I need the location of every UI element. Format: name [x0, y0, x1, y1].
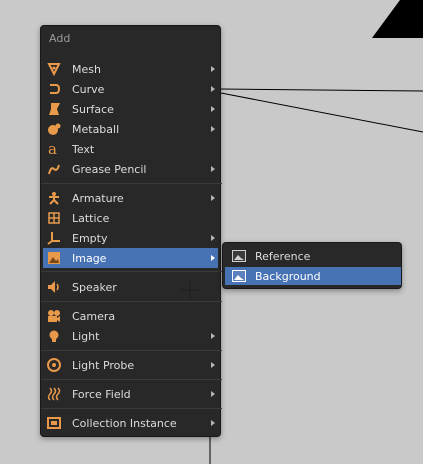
menu-item-label: Light: [72, 329, 100, 343]
add-menu: Add Mesh Curve Surface Metaball a Text G…: [40, 25, 222, 437]
menu-item-label: Lattice: [72, 211, 110, 225]
menu-item-force-field[interactable]: Force Field: [43, 384, 218, 404]
menu-item-camera[interactable]: Camera: [43, 306, 218, 326]
submenu-arrow-icon: [211, 255, 215, 261]
submenu-arrow-icon: [211, 195, 215, 201]
viewport-line: [220, 92, 423, 133]
menu-separator: [41, 350, 222, 351]
menu-item-empty[interactable]: Empty: [43, 228, 218, 248]
menu-item-label: Empty: [72, 231, 108, 245]
mesh-icon: [47, 62, 61, 77]
image-reference-icon: [232, 250, 246, 262]
viewport-corner-shape: [372, 0, 423, 38]
submenu-item-reference[interactable]: Reference: [225, 247, 401, 265]
submenu-arrow-icon: [211, 106, 215, 112]
menu-item-label: Metaball: [72, 122, 120, 136]
menu-item-text[interactable]: a Text: [43, 139, 218, 159]
light-probe-icon: [47, 358, 61, 372]
submenu-arrow-icon: [211, 235, 215, 241]
submenu-arrow-icon: [211, 420, 215, 426]
menu-item-label: Grease Pencil: [72, 162, 147, 176]
lattice-icon: [47, 211, 61, 225]
submenu-arrow-icon: [211, 126, 215, 132]
menu-item-label: Armature: [72, 191, 124, 205]
menu-item-armature[interactable]: Armature: [43, 188, 218, 208]
submenu-arrow-icon: [211, 66, 215, 72]
force-field-icon: [47, 387, 61, 401]
menu-separator: [41, 379, 222, 380]
light-icon: [47, 329, 61, 343]
image-background-icon: [232, 270, 246, 282]
menu-item-label: Curve: [72, 82, 105, 96]
menu-separator: [41, 183, 222, 184]
menu-item-light-probe[interactable]: Light Probe: [43, 355, 218, 375]
menu-item-metaball[interactable]: Metaball: [43, 119, 218, 139]
submenu-arrow-icon: [211, 166, 215, 172]
empty-icon: [47, 231, 61, 245]
submenu-arrow-icon: [211, 86, 215, 92]
menu-item-surface[interactable]: Surface: [43, 99, 218, 119]
crosshair-icon: [180, 280, 200, 300]
menu-item-label: Force Field: [72, 387, 131, 401]
menu-item-grease-pencil[interactable]: Grease Pencil: [43, 159, 218, 179]
submenu-arrow-icon: [211, 333, 215, 339]
image-icon: [47, 251, 61, 265]
menu-item-label: Image: [72, 251, 107, 265]
menu-title: Add: [49, 32, 71, 45]
menu-separator: [41, 271, 222, 272]
menu-item-mesh[interactable]: Mesh: [43, 59, 218, 79]
surface-icon: [47, 102, 61, 116]
menu-item-label: Light Probe: [72, 358, 135, 372]
submenu-arrow-icon: [211, 391, 215, 397]
armature-icon: [47, 191, 61, 205]
menu-item-label: Surface: [72, 102, 114, 116]
submenu-arrow-icon: [211, 362, 215, 368]
menu-item-label: Mesh: [72, 62, 101, 76]
menu-item-label: Text: [72, 142, 95, 156]
menu-item-curve[interactable]: Curve: [43, 79, 218, 99]
curve-icon: [47, 82, 61, 96]
svg-text:a: a: [48, 142, 57, 156]
grease-pencil-icon: [47, 162, 61, 176]
image-submenu: Reference Background: [222, 242, 402, 289]
menu-separator: [41, 408, 222, 409]
collection-instance-icon: [47, 416, 61, 430]
viewport-line: [220, 88, 423, 92]
menu-item-image[interactable]: Image: [43, 248, 218, 268]
text-icon: a: [47, 140, 61, 158]
menu-item-lattice[interactable]: Lattice: [43, 208, 218, 228]
submenu-item-label: Reference: [255, 249, 311, 263]
menu-item-collection-instance[interactable]: Collection Instance: [43, 413, 218, 433]
metaball-icon: [47, 122, 61, 136]
menu-item-light[interactable]: Light: [43, 326, 218, 346]
speaker-icon: [47, 280, 61, 294]
submenu-item-background[interactable]: Background: [225, 267, 401, 285]
camera-icon: [47, 309, 61, 323]
menu-item-label: Collection Instance: [72, 416, 177, 430]
submenu-item-label: Background: [255, 269, 321, 283]
menu-item-label: Camera: [72, 309, 116, 323]
